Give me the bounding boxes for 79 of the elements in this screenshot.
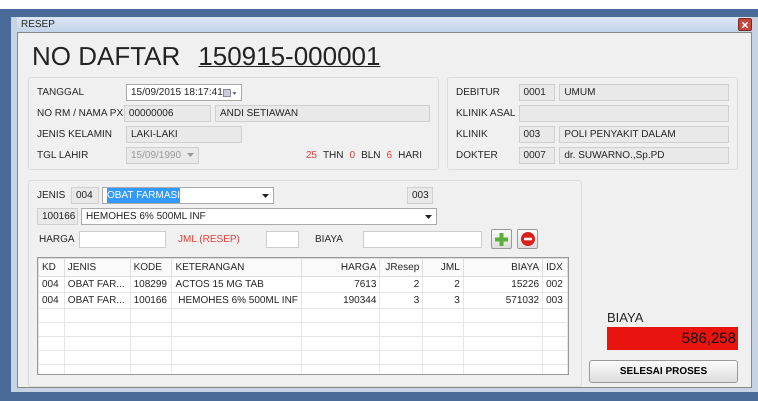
text-field[interactable] [518, 105, 729, 122]
finish-button[interactable]: SELESAI PROSES [589, 360, 738, 383]
field-label: DOKTER [456, 149, 499, 163]
text-field[interactable]: 004 [71, 187, 99, 204]
window-title: RESEP [20, 18, 55, 32]
age-value: 6 [386, 149, 392, 163]
table-cell: 2 [380, 276, 423, 292]
column-header[interactable]: JENIS [64, 258, 130, 276]
age-unit: THN [322, 149, 344, 163]
field-label: TGL LAHIR [37, 149, 90, 163]
age-unit: HARI [398, 149, 422, 163]
total-amount: 586,258 [607, 327, 738, 350]
column-header[interactable]: IDX [542, 258, 568, 276]
table-cell: OBAT FAR... [64, 276, 130, 292]
input-field[interactable] [79, 230, 166, 248]
minus-icon [520, 232, 534, 246]
age-unit: BLN [361, 149, 381, 163]
text-field[interactable]: dr. SUWARNO.,Sp.PD [559, 147, 729, 164]
field-label: HARGA [39, 232, 76, 246]
text-field[interactable]: POLI PENYAKIT DALAM [559, 126, 729, 143]
table-cell: ACTOS 15 MG TAB [172, 276, 302, 292]
table-cell: 15226 [463, 276, 543, 292]
selected-text: OBAT FARMASI [107, 188, 180, 203]
column-header[interactable]: JML [422, 258, 464, 276]
column-header[interactable]: HARGA [301, 258, 380, 276]
field-label: KLINIK [456, 128, 489, 142]
table-cell: 100166 [130, 292, 172, 308]
total-label: BIAYA [607, 308, 644, 326]
text-field[interactable]: UMUM [559, 84, 729, 101]
medicine-dropdown[interactable]: HEMOHES 6% 500ML INF [81, 208, 437, 225]
input-field[interactable] [266, 230, 299, 248]
input-field[interactable] [363, 230, 482, 248]
calendar-dropdown-icon [222, 88, 237, 98]
table-cell: 002 [542, 276, 568, 292]
remove-button[interactable] [517, 229, 538, 249]
table-cell: 2 [422, 276, 464, 292]
age-value: 0 [350, 149, 356, 163]
field-label: DEBITUR [456, 86, 501, 100]
table-cell: 3 [422, 292, 464, 308]
table-cell: 004 [38, 292, 64, 308]
text-field[interactable]: 003 [407, 187, 433, 204]
table-cell: 003 [542, 292, 568, 308]
table-cell: 108299 [130, 276, 172, 292]
column-header[interactable]: BIAYA [463, 258, 543, 276]
text-field[interactable]: ANDI SETIAWAN [214, 105, 430, 122]
close-icon [742, 22, 748, 28]
plus-icon [495, 232, 508, 246]
table-cell: HEMOHES 6% 500ML INF [172, 292, 302, 308]
column-header[interactable]: KETERANGAN [172, 258, 302, 276]
caret-icon [262, 194, 269, 198]
close-button[interactable] [738, 18, 752, 31]
caret-icon [425, 214, 432, 218]
text-field[interactable]: 003 [518, 126, 554, 143]
date-time-picker[interactable]: 15/09/2015 18:17:41 [126, 84, 242, 101]
table-cell: 190344 [301, 292, 380, 308]
heading-label: NO DAFTAR [32, 41, 180, 71]
table-cell: 004 [38, 276, 64, 292]
table-cell: 571032 [463, 292, 543, 308]
field-label: KLINIK ASAL [456, 107, 516, 121]
column-header[interactable]: KD [38, 258, 64, 276]
text-field[interactable]: 00000006 [124, 105, 212, 122]
age-value: 25 [306, 149, 317, 163]
table-cell: OBAT FAR... [64, 292, 130, 308]
field-label: JML (RESEP) [178, 232, 241, 246]
registration-number: 150915-000001 [198, 41, 380, 71]
table-cell: 3 [380, 292, 423, 308]
table-cell: 7613 [301, 276, 380, 292]
text-field[interactable]: 100166 [37, 208, 78, 225]
field-label: JENIS [37, 189, 66, 203]
text-field[interactable]: 0001 [518, 84, 554, 101]
field-label: JENIS KELAMIN [37, 128, 114, 142]
text-field[interactable]: LAKI-LAKI [126, 126, 242, 143]
field-label: TANGGAL [37, 86, 86, 100]
add-button[interactable] [491, 229, 512, 249]
field-label: NO RM / NAMA PX [37, 107, 124, 121]
column-header[interactable]: KODE [130, 258, 172, 276]
field-label: BIAYA [315, 232, 344, 246]
text-field[interactable]: 0007 [518, 147, 554, 164]
column-header[interactable]: JResep [380, 258, 423, 276]
